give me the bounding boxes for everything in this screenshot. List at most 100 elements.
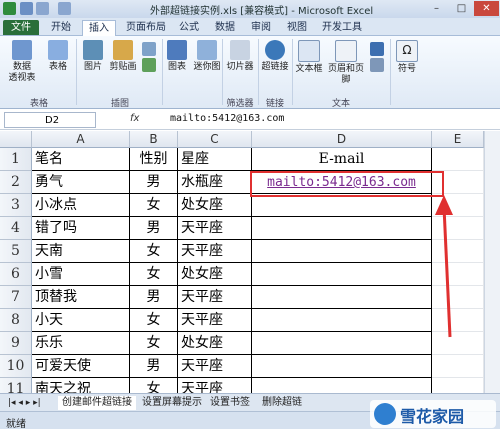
maximize-button[interactable]: □	[449, 1, 474, 16]
table-cell[interactable]: 可爱天使	[32, 355, 130, 378]
table-cell[interactable]	[252, 240, 432, 263]
table-cell[interactable]: 天平座	[178, 240, 252, 263]
tab-file[interactable]: 文件	[3, 20, 39, 35]
textbox-label: 文本框	[295, 64, 323, 74]
worksheet-grid[interactable]: A B C D E 1 笔名 性别 星座 E-mail 2 勇气男水瓶座 mailto:541…	[0, 131, 484, 424]
table-cell[interactable]	[432, 148, 484, 171]
table-button[interactable]: 表格	[44, 40, 72, 73]
close-button[interactable]: ✕	[474, 1, 499, 16]
column-header-e[interactable]: E	[432, 131, 484, 148]
formula-input[interactable]: mailto:5412@163.com	[170, 113, 284, 124]
table-cell[interactable]: 男	[130, 355, 178, 378]
row-header[interactable]: 3	[0, 194, 32, 217]
column-header-c[interactable]: C	[178, 131, 252, 148]
sheet-tab-delete-link[interactable]: 删除超链	[258, 396, 306, 410]
table-cell[interactable]: 男	[130, 217, 178, 240]
table-cell[interactable]: 乐乐	[32, 332, 130, 355]
row-header[interactable]: 1	[0, 148, 32, 171]
table-cell[interactable]: 小天	[32, 309, 130, 332]
tab-page-layout[interactable]: 页面布局	[122, 20, 170, 35]
table-cell[interactable]	[252, 217, 432, 240]
table-cell[interactable]: 错了吗	[32, 217, 130, 240]
pivot-table-button[interactable]: 数据 透视表	[4, 40, 40, 84]
row-header[interactable]: 7	[0, 286, 32, 309]
table-cell[interactable]: 天南	[32, 240, 130, 263]
tab-developer[interactable]: 开发工具	[318, 20, 366, 35]
table-cell[interactable]	[252, 194, 432, 217]
row-header[interactable]: 5	[0, 240, 32, 263]
table-cell[interactable]: 女	[130, 309, 178, 332]
formula-bar: D2 fx mailto:5412@163.com	[0, 110, 500, 130]
tab-review[interactable]: 审阅	[246, 20, 276, 35]
slicer-button[interactable]: 切片器	[224, 40, 256, 73]
table-cell[interactable]: 小雪	[32, 263, 130, 286]
undo-icon[interactable]	[36, 2, 49, 15]
shapes-button[interactable]	[140, 42, 158, 74]
symbol-button[interactable]: Ω 符号	[394, 40, 420, 75]
chart-button[interactable]: 图表	[164, 40, 190, 73]
wordart-button[interactable]	[368, 42, 386, 74]
tab-formulas[interactable]: 公式	[174, 20, 204, 35]
table-cell[interactable]: 处女座	[178, 263, 252, 286]
sheet-tab-email-link[interactable]: 创建邮件超链接	[58, 396, 136, 410]
table-cell[interactable]: 天平座	[178, 355, 252, 378]
table-cell[interactable]	[252, 263, 432, 286]
row-header[interactable]: 6	[0, 263, 32, 286]
table-cell[interactable]: 女	[130, 240, 178, 263]
row-header[interactable]: 4	[0, 217, 32, 240]
row-header[interactable]: 10	[0, 355, 32, 378]
header-cell[interactable]: E-mail	[252, 148, 432, 171]
hyperlink-button[interactable]: 超链接	[260, 40, 290, 73]
redo-icon[interactable]	[58, 2, 71, 15]
sparkline-button[interactable]: 迷你图	[193, 40, 221, 73]
table-cell[interactable]: 天平座	[178, 217, 252, 240]
tab-home[interactable]: 开始	[46, 20, 76, 35]
textbox-button[interactable]: 文本框	[294, 40, 324, 75]
highlight-box	[250, 171, 444, 197]
watermark-text: 雪花家园	[400, 407, 465, 426]
save-icon[interactable]	[20, 2, 33, 15]
group-label-tables: 表格	[29, 99, 48, 109]
header-footer-button[interactable]: 页眉和页脚	[326, 40, 366, 86]
sheet-tab-bookmark[interactable]: 设置书签	[206, 396, 254, 410]
header-cell[interactable]: 笔名	[32, 148, 130, 171]
row-header[interactable]: 8	[0, 309, 32, 332]
table-cell[interactable]: 天平座	[178, 286, 252, 309]
table-cell[interactable]: 女	[130, 332, 178, 355]
table-cell[interactable]: 处女座	[178, 194, 252, 217]
header-cell[interactable]: 星座	[178, 148, 252, 171]
vertical-scrollbar[interactable]	[484, 131, 500, 393]
minimize-button[interactable]: –	[424, 1, 449, 16]
table-cell[interactable]	[252, 309, 432, 332]
table-cell[interactable]: 男	[130, 286, 178, 309]
table-cell[interactable]: 处女座	[178, 332, 252, 355]
table-cell[interactable]: 勇气	[32, 171, 130, 194]
table-cell[interactable]: 顶替我	[32, 286, 130, 309]
fx-icon[interactable]: fx	[130, 113, 139, 124]
table-cell[interactable]	[432, 355, 484, 378]
name-box[interactable]: D2	[4, 112, 96, 128]
table-cell[interactable]: 女	[130, 263, 178, 286]
clipart-button[interactable]: 剪贴画	[108, 40, 138, 73]
row-header[interactable]: 9	[0, 332, 32, 355]
select-all-corner[interactable]	[0, 131, 32, 148]
tab-view[interactable]: 视图	[282, 20, 312, 35]
tab-data[interactable]: 数据	[210, 20, 240, 35]
table-cell[interactable]	[252, 286, 432, 309]
table-cell[interactable]	[252, 332, 432, 355]
table-cell[interactable]	[252, 355, 432, 378]
header-cell[interactable]: 性别	[130, 148, 178, 171]
column-header-d[interactable]: D	[252, 131, 432, 148]
table-cell[interactable]: 女	[130, 194, 178, 217]
table-cell[interactable]: 小冰点	[32, 194, 130, 217]
shapes-icon	[142, 42, 156, 56]
picture-button[interactable]: 图片	[80, 40, 106, 73]
sheet-nav-arrows[interactable]: |◂ ◂ ▸ ▸|	[4, 396, 45, 410]
sheet-tab-screentip[interactable]: 设置屏幕提示	[138, 396, 206, 410]
table-cell[interactable]: 水瓶座	[178, 171, 252, 194]
table-cell[interactable]: 天平座	[178, 309, 252, 332]
column-header-b[interactable]: B	[130, 131, 178, 148]
table-cell[interactable]: 男	[130, 171, 178, 194]
row-header[interactable]: 2	[0, 171, 32, 194]
column-header-a[interactable]: A	[32, 131, 130, 148]
